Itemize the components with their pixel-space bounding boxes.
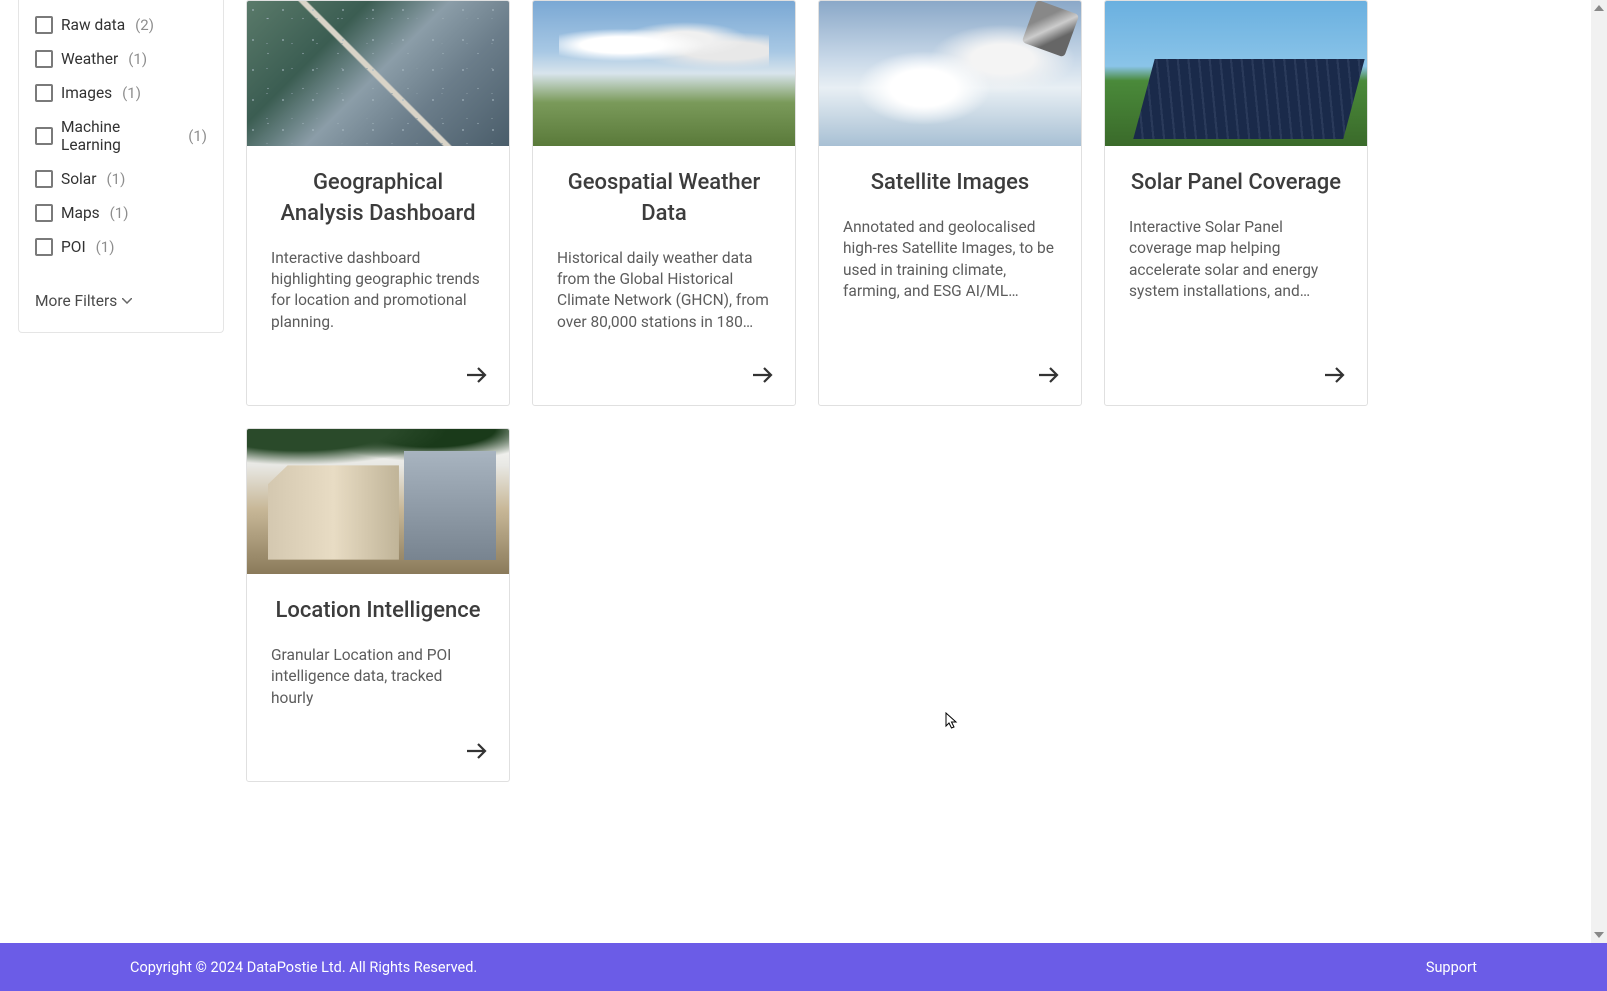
filter-count: (1) — [122, 84, 141, 102]
filter-maps[interactable]: Maps (1) — [35, 196, 207, 230]
filter-count: (1) — [96, 238, 115, 256]
chevron-down-icon — [121, 295, 133, 307]
card-title: Location Intelligence — [271, 596, 485, 627]
filter-count: (2) — [135, 16, 154, 34]
filter-poi[interactable]: POI (1) — [35, 230, 207, 264]
card-description: Annotated and geolocalised high-res Sate… — [843, 217, 1057, 303]
card-title: Geospatial Weather Data — [557, 168, 771, 230]
filter-label: POI — [61, 238, 86, 256]
checkbox-icon — [35, 84, 53, 102]
card-geospatial-weather[interactable]: Geospatial Weather Data Historical daily… — [532, 0, 796, 406]
filter-label: Weather — [61, 50, 118, 68]
more-filters-button[interactable]: More Filters — [35, 292, 207, 310]
support-link[interactable]: Support — [1426, 959, 1477, 976]
vertical-scrollbar[interactable] — [1591, 0, 1607, 943]
arrow-right-icon — [1323, 366, 1347, 384]
card-location-intelligence[interactable]: Location Intelligence Granular Location … — [246, 428, 510, 782]
checkbox-icon — [35, 204, 53, 222]
filter-sidebar: Raw data (2) Weather (1) Images (1) Mach… — [18, 0, 224, 333]
card-image — [247, 1, 509, 146]
checkbox-icon — [35, 16, 53, 34]
card-solar-panel-coverage[interactable]: Solar Panel Coverage Interactive Solar P… — [1104, 0, 1368, 406]
card-title: Satellite Images — [843, 168, 1057, 199]
scroll-up-button[interactable] — [1591, 0, 1607, 16]
card-title: Solar Panel Coverage — [1129, 168, 1343, 199]
filter-label: Raw data — [61, 16, 125, 34]
scroll-down-button[interactable] — [1591, 927, 1607, 943]
checkbox-icon — [35, 170, 53, 188]
filter-count: (1) — [128, 50, 147, 68]
triangle-down-icon — [1594, 932, 1604, 938]
card-description: Interactive Solar Panel coverage map hel… — [1129, 217, 1343, 303]
filter-count: (1) — [110, 204, 129, 222]
card-image — [1105, 1, 1367, 146]
arrow-right-icon — [751, 366, 775, 384]
more-filters-label: More Filters — [35, 292, 117, 310]
filter-count: (1) — [188, 127, 207, 145]
card-geographical-analysis[interactable]: Geographical Analysis Dashboard Interact… — [246, 0, 510, 406]
filter-solar[interactable]: Solar (1) — [35, 162, 207, 196]
arrow-right-icon — [465, 366, 489, 384]
checkbox-icon — [35, 238, 53, 256]
arrow-right-icon — [465, 742, 489, 760]
card-title: Geographical Analysis Dashboard — [271, 168, 485, 230]
card-grid: Geographical Analysis Dashboard Interact… — [246, 0, 1589, 782]
filter-label: Solar — [61, 170, 97, 188]
filter-weather[interactable]: Weather (1) — [35, 42, 207, 76]
filter-label: Maps — [61, 204, 100, 222]
page-footer: Copyright © 2024 DataPostie Ltd. All Rig… — [0, 943, 1607, 991]
filter-images[interactable]: Images (1) — [35, 76, 207, 110]
card-satellite-images[interactable]: Satellite Images Annotated and geolocali… — [818, 0, 1082, 406]
open-card-button[interactable] — [1035, 361, 1063, 389]
open-card-button[interactable] — [463, 361, 491, 389]
card-image — [533, 1, 795, 146]
card-description: Granular Location and POI intelligence d… — [271, 645, 485, 709]
card-image — [819, 1, 1081, 146]
filter-machine-learning[interactable]: Machine Learning (1) — [35, 110, 207, 162]
checkbox-icon — [35, 50, 53, 68]
open-card-button[interactable] — [463, 737, 491, 765]
open-card-button[interactable] — [1321, 361, 1349, 389]
arrow-right-icon — [1037, 366, 1061, 384]
card-description: Historical daily weather data from the G… — [557, 248, 771, 334]
card-image — [247, 429, 509, 574]
filter-label: Machine Learning — [61, 118, 178, 154]
filter-raw-data[interactable]: Raw data (2) — [35, 8, 207, 42]
open-card-button[interactable] — [749, 361, 777, 389]
card-description: Interactive dashboard highlighting geogr… — [271, 248, 485, 334]
filter-count: (1) — [107, 170, 126, 188]
triangle-up-icon — [1594, 5, 1604, 11]
filter-label: Images — [61, 84, 112, 102]
checkbox-icon — [35, 127, 53, 145]
copyright-text: Copyright © 2024 DataPostie Ltd. All Rig… — [130, 959, 477, 976]
